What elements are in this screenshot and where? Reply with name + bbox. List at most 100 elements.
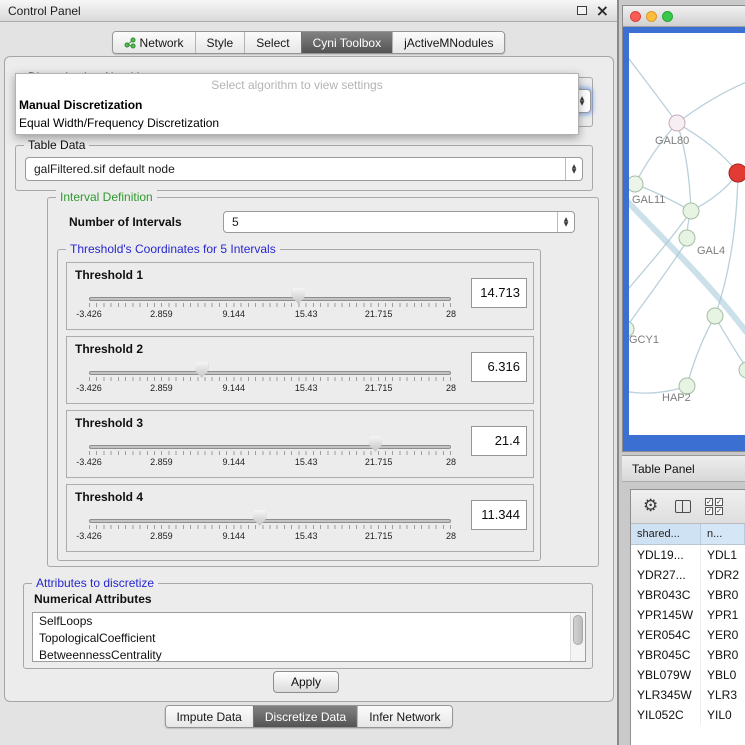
group-title: Threshold's Coordinates for 5 Intervals: [66, 242, 280, 256]
threshold-value-field[interactable]: 6.316: [471, 352, 527, 382]
checkbox-icon: ✓: [705, 498, 713, 506]
column-header-shared-name[interactable]: shared...: [631, 524, 701, 544]
minimize-traffic-light-icon[interactable]: [646, 11, 657, 22]
node-label: GCY1: [629, 334, 659, 346]
node-gal11[interactable]: [629, 176, 643, 192]
numerical-attributes-label: Numerical Attributes: [34, 592, 152, 606]
threshold-label: Threshold 1: [75, 268, 143, 282]
select-columns-icon[interactable]: ✓ ✓ ✓ ✓: [705, 498, 724, 515]
table-cell: YLR3: [701, 685, 745, 705]
control-panel-titlebar: Control Panel ×: [0, 0, 617, 22]
threshold-label: Threshold 4: [75, 490, 143, 504]
threshold-panel-3: Threshold 3 -3.4262.8599.14415.4321.7152…: [66, 410, 534, 478]
close-icon[interactable]: ×: [596, 1, 609, 20]
slider-scale-label: 21.715: [365, 383, 393, 393]
slider-thumb[interactable]: [292, 288, 305, 304]
slider-track: [89, 371, 451, 375]
slider-scale-label: 28: [446, 531, 456, 541]
node-selected-red[interactable]: [729, 164, 745, 182]
tab-impute-data[interactable]: Impute Data: [165, 706, 252, 727]
slider-track: [89, 445, 451, 449]
table-data-select[interactable]: galFiltered.sif default node ▲▼: [25, 157, 583, 181]
combo-stepper-icon[interactable]: ▲▼: [565, 158, 582, 180]
threshold-value-field[interactable]: 14.713: [471, 278, 527, 308]
table-row[interactable]: YBR043CYBR0: [631, 585, 745, 605]
number-of-intervals-select[interactable]: 5 ▲▼: [223, 211, 575, 233]
checkbox-icon: ✓: [715, 507, 723, 515]
slider-thumb[interactable]: [195, 362, 208, 378]
threshold-slider[interactable]: [89, 365, 451, 383]
node[interactable]: [683, 203, 699, 219]
table-cell: YBL079W: [631, 665, 701, 685]
gear-icon[interactable]: ⚙: [643, 496, 658, 516]
table-cell: YBR045C: [631, 645, 701, 665]
dropdown-option-manual-discretization[interactable]: Manual Discretization: [16, 96, 578, 114]
slider-scale-label: 21.715: [365, 309, 393, 319]
threshold-value-field[interactable]: 11.344: [471, 500, 527, 530]
tab-infer-network[interactable]: Infer Network: [357, 706, 451, 727]
tab-label: Impute Data: [176, 710, 241, 724]
close-traffic-light-icon[interactable]: [630, 11, 641, 22]
table-row[interactable]: YDR27...YDR2: [631, 565, 745, 585]
slider-thumb[interactable]: [253, 510, 266, 526]
zoom-traffic-light-icon[interactable]: [662, 11, 673, 22]
threshold-slider[interactable]: [89, 439, 451, 457]
node[interactable]: [707, 308, 723, 324]
table-row[interactable]: YPR145WYPR1: [631, 605, 745, 625]
slider-scale-label: 28: [446, 309, 456, 319]
checkbox-icon: ✓: [705, 507, 713, 515]
columns-icon[interactable]: [675, 500, 691, 513]
tab-select[interactable]: Select: [244, 32, 300, 53]
tab-network[interactable]: Network: [113, 32, 195, 53]
node-label: GAL4: [697, 245, 725, 257]
slider-scale-label: -3.426: [76, 309, 102, 319]
network-window-titlebar: [623, 6, 745, 27]
slider-scale-label: 9.144: [223, 309, 246, 319]
tab-cyni-toolbox[interactable]: Cyni Toolbox: [301, 32, 392, 53]
dropdown-option-equal-width-frequency[interactable]: Equal Width/Frequency Discretization: [16, 114, 578, 132]
node-gal80[interactable]: [669, 115, 685, 131]
attribute-list-item[interactable]: TopologicalCoefficient: [33, 630, 585, 647]
tab-label: Network: [140, 36, 184, 50]
node[interactable]: [739, 362, 745, 378]
tab-jactivemodules[interactable]: jActiveMNodules: [392, 32, 504, 53]
slider-minor-ticks: [89, 451, 451, 455]
screen: Control Panel × Network Style Select Cyn…: [0, 0, 745, 745]
algorithm-dropdown-popup: Select algorithm to view settings Manual…: [15, 73, 579, 135]
apply-button[interactable]: Apply: [273, 671, 339, 693]
list-scrollbar[interactable]: [570, 613, 585, 661]
attribute-list-item[interactable]: BetweennessCentrality: [33, 647, 585, 662]
network-canvas[interactable]: GAL80 GAL11 GAL4 GCY1 HAP2: [629, 33, 745, 435]
slider-scale: -3.4262.8599.14415.4321.71528: [89, 383, 451, 395]
number-of-intervals-label: Number of Intervals: [69, 215, 182, 229]
combo-stepper-icon[interactable]: ▲▼: [557, 212, 574, 232]
table-row[interactable]: YIL052CYIL0: [631, 705, 745, 725]
numerical-attributes-list[interactable]: SelfLoopsTopologicalCoefficientBetweenne…: [32, 612, 586, 662]
scrollbar-thumb[interactable]: [573, 615, 583, 645]
node-gal4[interactable]: [679, 230, 695, 246]
threshold-value-field[interactable]: 21.4: [471, 426, 527, 456]
threshold-slider[interactable]: [89, 291, 451, 309]
tab-discretize-data[interactable]: Discretize Data: [253, 706, 357, 727]
table-cell: YBR043C: [631, 585, 701, 605]
slider-thumb[interactable]: [369, 436, 382, 452]
tab-style[interactable]: Style: [195, 32, 245, 53]
slider-scale-label: 21.715: [365, 531, 393, 541]
node-label: GAL80: [655, 135, 689, 147]
table-row[interactable]: YBL079WYBL0: [631, 665, 745, 685]
dropdown-placeholder: Select algorithm to view settings: [16, 74, 578, 96]
tab-label: jActiveMNodules: [404, 36, 493, 50]
table-row[interactable]: YER054CYER0: [631, 625, 745, 645]
attribute-list-item[interactable]: SelfLoops: [33, 613, 585, 630]
table-header-row: shared... n...: [631, 524, 745, 545]
column-header-name[interactable]: n...: [701, 524, 745, 544]
table-body: YDL19...YDL1YDR27...YDR2YBR043CYBR0YPR14…: [631, 545, 745, 745]
combo-value: 5: [224, 212, 557, 232]
slider-scale-label: 21.715: [365, 457, 393, 467]
table-row[interactable]: YLR345WYLR3: [631, 685, 745, 705]
slider-scale-label: 15.43: [295, 531, 318, 541]
threshold-slider[interactable]: [89, 513, 451, 531]
table-row[interactable]: YDL19...YDL1: [631, 545, 745, 565]
table-row[interactable]: YBR045CYBR0: [631, 645, 745, 665]
float-window-icon[interactable]: [577, 6, 587, 15]
